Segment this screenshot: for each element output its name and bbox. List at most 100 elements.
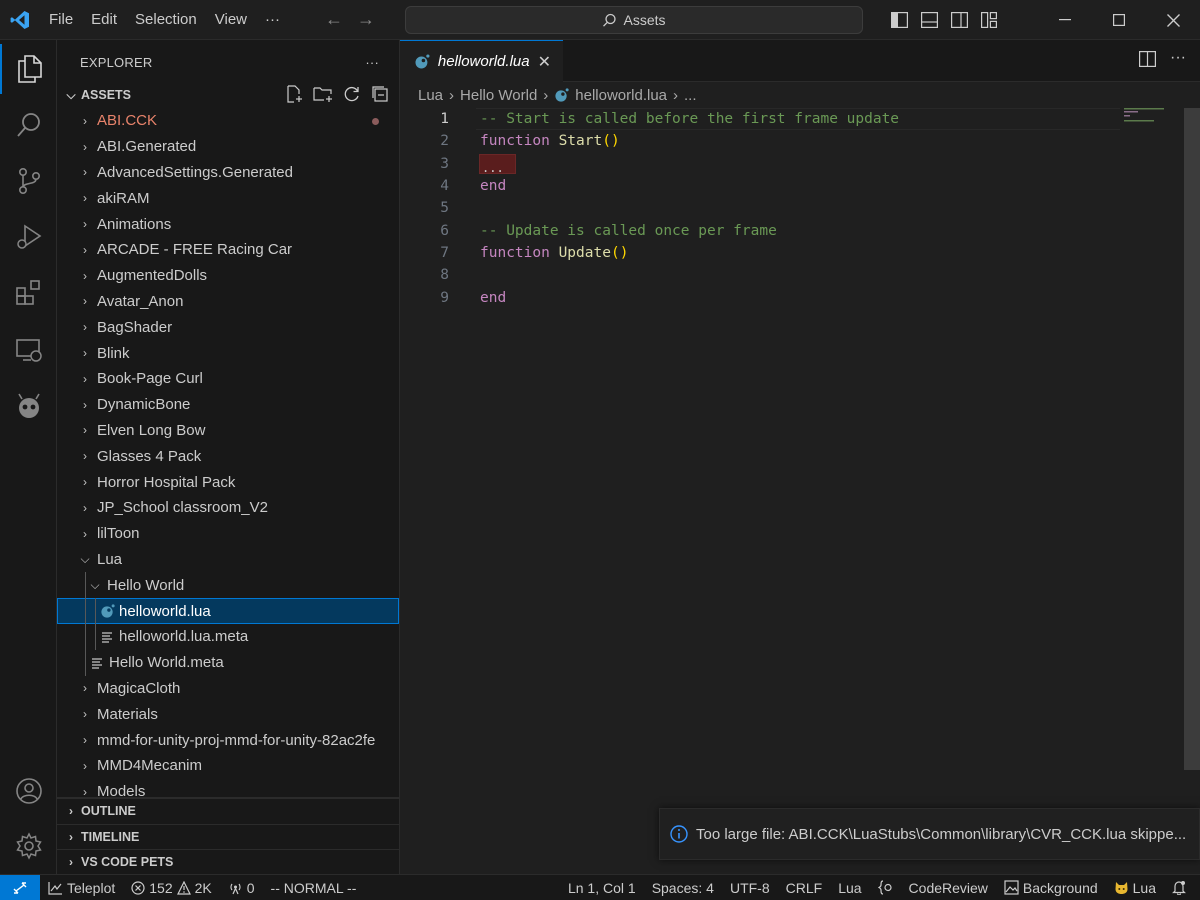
collapse-all-icon[interactable] bbox=[371, 85, 389, 103]
notifications-status[interactable] bbox=[1164, 880, 1200, 895]
lua-settings-status[interactable] bbox=[870, 880, 901, 895]
tree-folder[interactable]: › Blink bbox=[57, 340, 399, 366]
extensions-activity[interactable] bbox=[0, 268, 57, 318]
tree-folder[interactable]: › ABI.CCK bbox=[57, 108, 399, 134]
outline-section-header[interactable]: › OUTLINE bbox=[57, 798, 399, 824]
tree-folder[interactable]: › AdvancedSettings.Generated bbox=[57, 160, 399, 186]
code-editor[interactable]: 1 -- Start is called before the first fra… bbox=[400, 108, 1184, 808]
tree-file[interactable]: Hello World.meta bbox=[57, 650, 399, 676]
breadcrumb-hello-world[interactable]: Hello World bbox=[460, 87, 537, 104]
tree-folder[interactable]: › Models bbox=[57, 779, 399, 797]
tree-folder[interactable]: ⌵ Hello World bbox=[57, 572, 399, 598]
tree-folder[interactable]: › MagicaCloth bbox=[57, 676, 399, 702]
menu-file[interactable]: File bbox=[40, 0, 82, 40]
run-debug-activity[interactable] bbox=[0, 212, 57, 262]
breadcrumb-symbols[interactable]: ... bbox=[684, 87, 697, 104]
new-file-icon[interactable] bbox=[285, 85, 303, 103]
tree-folder[interactable]: › Avatar_Anon bbox=[57, 289, 399, 315]
lua-pet-status[interactable]: Lua bbox=[1106, 880, 1164, 896]
tab-helloworld-lua[interactable]: helloworld.lua ✕ bbox=[400, 40, 563, 82]
tree-file[interactable]: helloworld.lua.meta bbox=[57, 624, 399, 650]
customize-layout-icon[interactable] bbox=[980, 11, 998, 29]
maximize-button[interactable] bbox=[1092, 0, 1146, 40]
source-control-activity[interactable] bbox=[0, 156, 57, 206]
cursor-position-label: Ln 1, Col 1 bbox=[567, 879, 636, 896]
accounts-activity[interactable] bbox=[0, 766, 57, 816]
tree-folder[interactable]: ⌵ Lua bbox=[57, 547, 399, 573]
code-text: end bbox=[480, 178, 506, 194]
menu-edit[interactable]: Edit bbox=[82, 0, 126, 40]
tree-item-label: Materials bbox=[97, 705, 158, 723]
tree-folder[interactable]: › ARCADE - FREE Racing Car bbox=[57, 237, 399, 263]
editor-more-actions-icon[interactable]: ··· bbox=[1170, 50, 1186, 67]
refresh-icon[interactable] bbox=[343, 85, 361, 103]
tree-folder[interactable]: › MMD4Mecanim bbox=[57, 753, 399, 779]
cursor-position-status[interactable]: Ln 1, Col 1 bbox=[560, 880, 644, 896]
split-editor-icon[interactable] bbox=[1139, 51, 1157, 67]
minimize-button[interactable] bbox=[1038, 0, 1092, 40]
breadcrumb-lua[interactable]: Lua bbox=[418, 87, 443, 104]
manage-activity[interactable] bbox=[0, 821, 57, 871]
vscode-pets-section-header[interactable]: › VS CODE PETS bbox=[57, 849, 399, 875]
chevron-right-icon: › bbox=[83, 294, 87, 309]
tree-file[interactable]: helloworld.lua bbox=[57, 598, 399, 624]
tree-folder[interactable]: › ABI.Generated bbox=[57, 134, 399, 160]
problems-status[interactable]: 152 2K bbox=[123, 880, 219, 896]
tree-folder[interactable]: › Elven Long Bow bbox=[57, 418, 399, 444]
explorer-activity[interactable] bbox=[0, 44, 57, 94]
minimap[interactable] bbox=[1124, 106, 1184, 126]
explorer-more-actions-button[interactable]: ··· bbox=[365, 55, 379, 70]
tree-folder[interactable]: › Materials bbox=[57, 701, 399, 727]
new-folder-icon[interactable] bbox=[313, 85, 333, 103]
tree-folder[interactable]: › lilToon bbox=[57, 521, 399, 547]
teleplot-status[interactable]: Teleplot bbox=[40, 880, 123, 896]
ports-count: 0 bbox=[246, 879, 255, 896]
remote-indicator[interactable] bbox=[0, 874, 40, 900]
tree-item-label: helloworld.lua bbox=[119, 602, 211, 620]
chevron-right-icon: › bbox=[83, 449, 87, 464]
encoding-status[interactable]: UTF-8 bbox=[722, 880, 778, 896]
close-tab-icon[interactable]: ✕ bbox=[538, 52, 551, 72]
chevron-right-icon: › bbox=[83, 397, 87, 412]
platformio-activity[interactable] bbox=[0, 382, 57, 432]
tree-folder[interactable]: › Animations bbox=[57, 211, 399, 237]
tree-folder[interactable]: › akiRAM bbox=[57, 185, 399, 211]
assets-section-header[interactable]: ⌵ ASSETS bbox=[57, 84, 399, 106]
inline-suggestion-placeholder[interactable]: ... bbox=[479, 153, 516, 175]
toggle-primary-sidebar-icon[interactable] bbox=[890, 11, 908, 29]
menu-selection[interactable]: Selection bbox=[126, 0, 206, 40]
toggle-panel-icon[interactable] bbox=[920, 11, 938, 29]
tree-folder[interactable]: › DynamicBone bbox=[57, 392, 399, 418]
tree-item-label: akiRAM bbox=[97, 189, 150, 207]
forward-arrow-icon[interactable]: → bbox=[357, 9, 375, 30]
menu-view[interactable]: View bbox=[206, 0, 256, 40]
search-activity[interactable] bbox=[0, 100, 57, 150]
notification-toast[interactable]: Too large file: ABI.CCK\LuaStubs\Common\… bbox=[659, 808, 1200, 860]
tree-folder[interactable]: › AugmentedDolls bbox=[57, 263, 399, 289]
remote-explorer-activity[interactable] bbox=[0, 326, 57, 376]
tree-folder[interactable]: › Glasses 4 Pack bbox=[57, 443, 399, 469]
menu-bar: File Edit Selection View ··· bbox=[40, 0, 289, 40]
eol-status[interactable]: CRLF bbox=[778, 880, 831, 896]
lua-file-icon bbox=[415, 53, 430, 68]
editor-scrollbar[interactable] bbox=[1184, 108, 1200, 770]
menu-more[interactable]: ··· bbox=[256, 0, 289, 40]
tree-folder[interactable]: › mmd-for-unity-proj-mmd-for-unity-82ac2f… bbox=[57, 727, 399, 753]
language-mode-status[interactable]: Lua bbox=[830, 880, 869, 896]
tree-folder[interactable]: › BagShader bbox=[57, 314, 399, 340]
background-status[interactable]: Background bbox=[996, 880, 1106, 896]
ports-status[interactable]: 0 bbox=[220, 880, 263, 896]
close-window-button[interactable] bbox=[1146, 0, 1200, 40]
command-center[interactable]: Assets bbox=[405, 6, 863, 34]
code-review-status[interactable]: CodeReview bbox=[901, 880, 996, 896]
breadcrumb-file[interactable]: helloworld.lua bbox=[575, 87, 667, 104]
tree-folder[interactable]: › JP_School classroom_V2 bbox=[57, 495, 399, 521]
timeline-section-header[interactable]: › TIMELINE bbox=[57, 823, 399, 850]
indentation-status[interactable]: Spaces: 4 bbox=[644, 880, 722, 896]
toggle-secondary-sidebar-icon[interactable] bbox=[950, 11, 968, 29]
tree-folder[interactable]: › Horror Hospital Pack bbox=[57, 469, 399, 495]
gear-icon bbox=[15, 832, 42, 860]
tree-folder[interactable]: › Book-Page Curl bbox=[57, 366, 399, 392]
warning-count: 2K bbox=[194, 879, 212, 896]
back-arrow-icon[interactable]: ← bbox=[325, 9, 343, 30]
